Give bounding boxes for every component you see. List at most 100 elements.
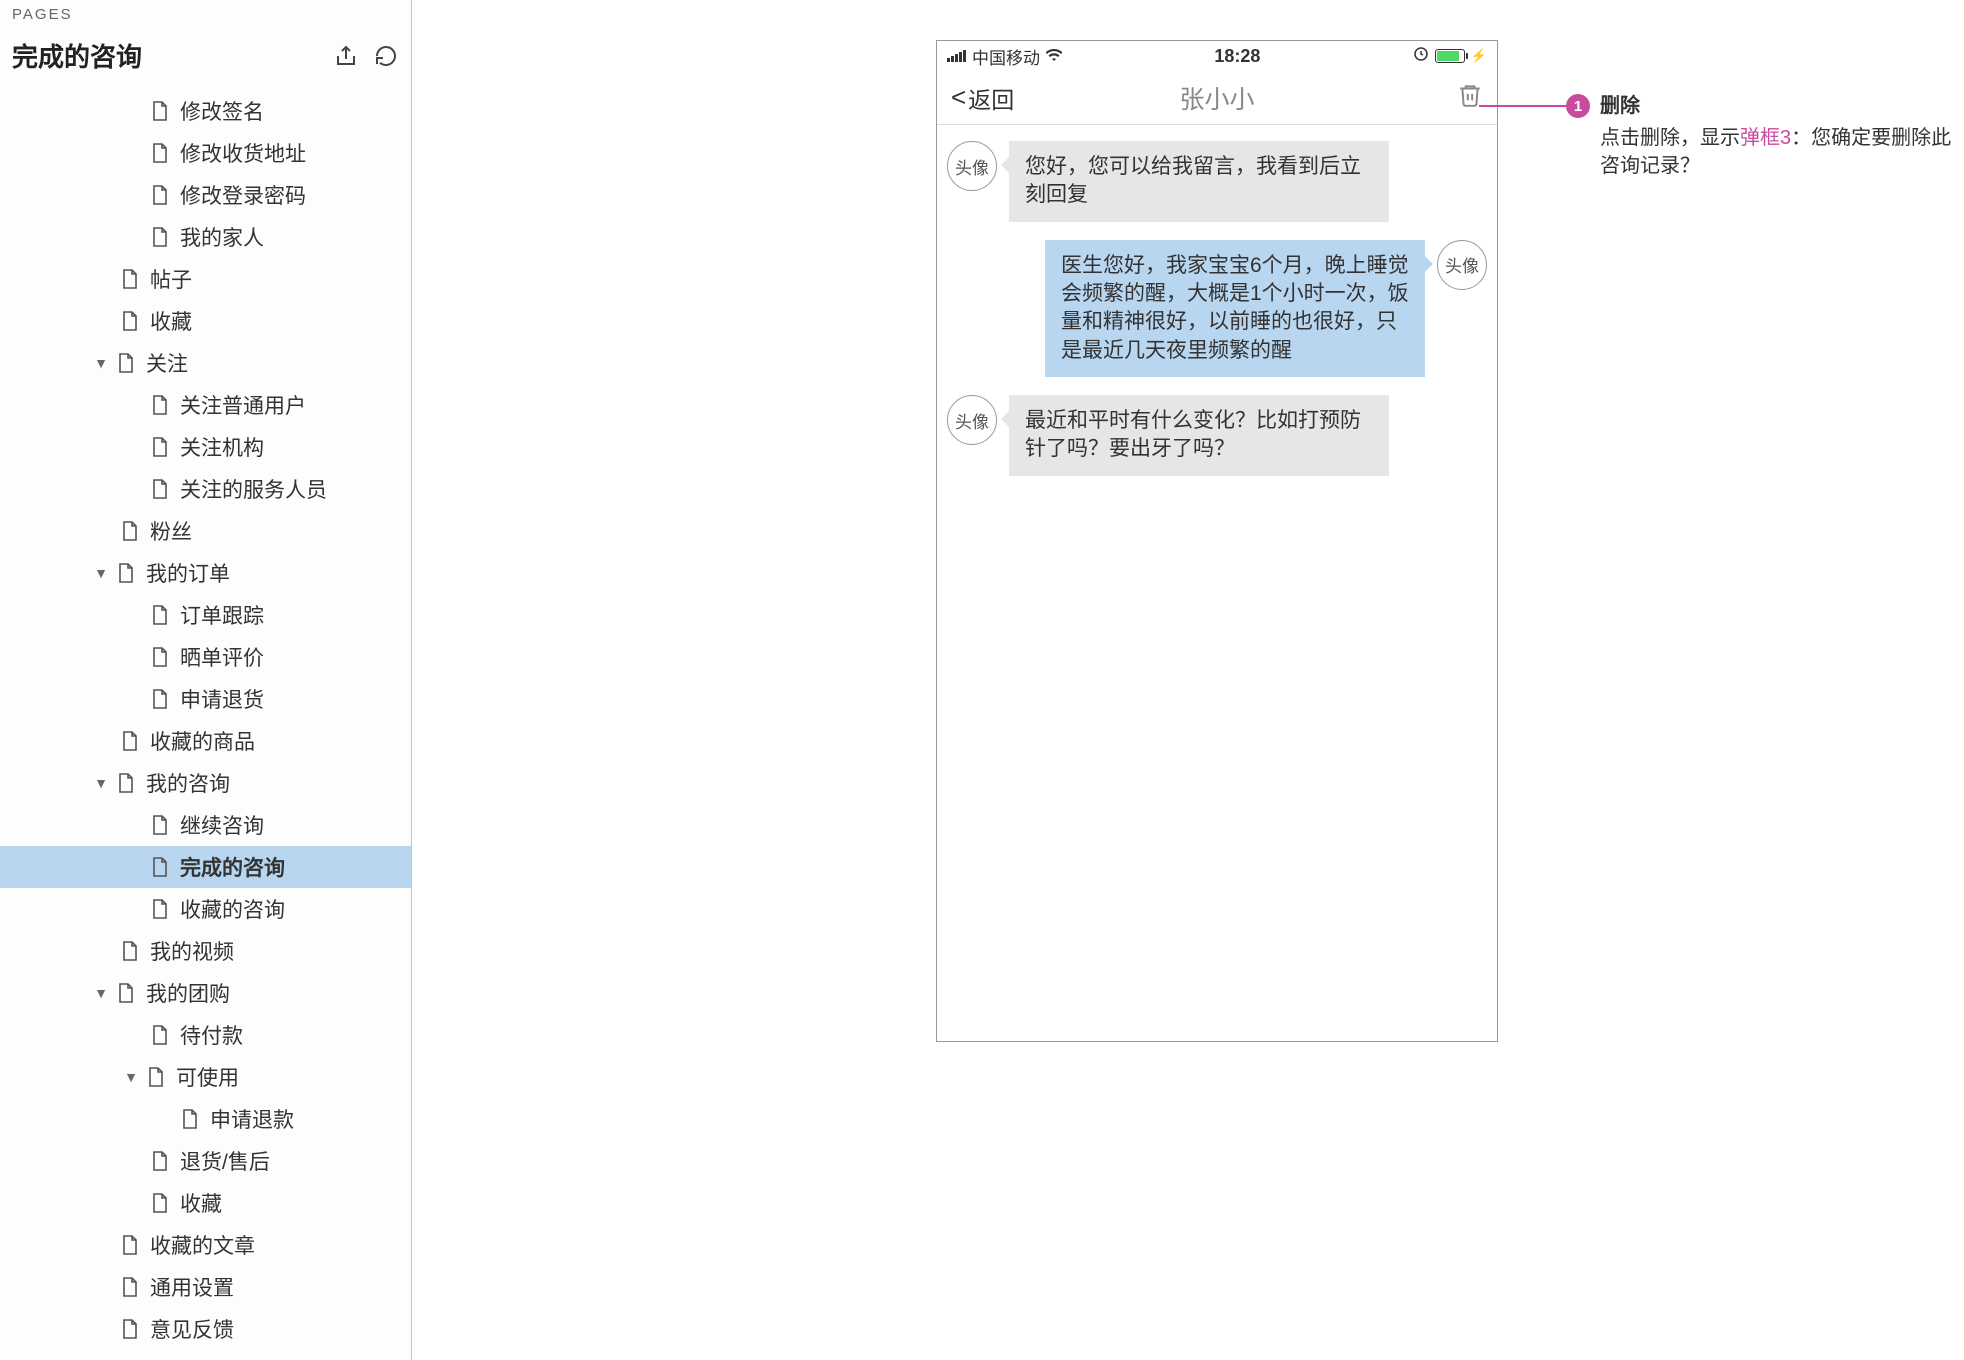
tree-item[interactable]: ▼关注 xyxy=(0,342,411,384)
tree-item[interactable]: 晒单评价 xyxy=(0,636,411,678)
page-icon xyxy=(180,1108,200,1130)
tree-item[interactable]: 意见反馈 xyxy=(0,1308,411,1350)
back-button[interactable]: < 返回 xyxy=(951,81,1014,115)
chevron-left-icon: < xyxy=(951,82,966,113)
chevron-down-icon[interactable]: ▼ xyxy=(92,564,110,582)
page-icon xyxy=(120,1276,140,1298)
tree-item-label: 完成的咨询 xyxy=(180,852,285,882)
header-actions xyxy=(333,43,399,69)
page-icon xyxy=(150,1192,170,1214)
tree-item-label: 收藏的文章 xyxy=(150,1230,255,1260)
status-time: 18:28 xyxy=(1214,46,1260,67)
phone-mockup: 中国移动 18:28 ⚡ < 返回 张小小 xyxy=(936,40,1498,1042)
tree-item-label: 粉丝 xyxy=(150,516,192,546)
message-bubble: 您好，您可以给我留言，我看到后立刻回复 xyxy=(1009,141,1389,222)
tree-item-label: 收藏 xyxy=(150,306,192,336)
tree-item[interactable]: 通用设置 xyxy=(0,1266,411,1308)
share-icon[interactable] xyxy=(333,43,359,69)
tree-item[interactable]: 申请退款 xyxy=(0,1098,411,1140)
tree-item[interactable]: ▼ 可使用 xyxy=(0,1056,411,1098)
tree-item[interactable]: 待付款 xyxy=(0,1014,411,1056)
sidebar-header: PAGES xyxy=(0,0,411,31)
rotation-lock-icon xyxy=(1413,46,1429,67)
tree-item[interactable]: 收藏的咨询 xyxy=(0,888,411,930)
tree-item-label: 收藏的咨询 xyxy=(180,894,285,924)
page-icon xyxy=(150,394,170,416)
page-icon xyxy=(150,898,170,920)
annotation-link[interactable]: 弹框3 xyxy=(1740,127,1791,149)
tree-item-label: 申请退货 xyxy=(180,684,264,714)
page-icon xyxy=(120,520,140,542)
tree-item[interactable]: 我的视频 xyxy=(0,930,411,972)
page-icon xyxy=(120,1318,140,1340)
pages-sidebar: PAGES 完成的咨询 修改签名修改收货地址修改登录密码我的家人帖子收藏 ▼关注关… xyxy=(0,0,412,1360)
tree-item-label: 我的咨询 xyxy=(146,768,230,798)
chat-area: 头像您好，您可以给我留言，我看到后立刻回复头像医生您好，我家宝宝6个月，晚上睡觉… xyxy=(937,125,1497,1041)
page-icon xyxy=(150,184,170,206)
tree-item[interactable]: 粉丝 xyxy=(0,510,411,552)
page-icon xyxy=(120,1234,140,1256)
page-title-row: 完成的咨询 xyxy=(0,31,411,84)
tree-item[interactable]: 关注普通用户 xyxy=(0,384,411,426)
tree-item-label: 可使用 xyxy=(176,1062,239,1092)
tree-item[interactable]: 帖子 xyxy=(0,258,411,300)
annotation-marker[interactable]: 1 xyxy=(1566,94,1590,118)
tree-item[interactable]: 退货/售后 xyxy=(0,1140,411,1182)
tree-item[interactable]: 我的家人 xyxy=(0,216,411,258)
page-icon xyxy=(120,310,140,332)
tree-item-label: 退货/售后 xyxy=(180,1146,270,1176)
signal-icon xyxy=(947,50,966,62)
tree-item[interactable]: ▼我的团购 xyxy=(0,972,411,1014)
tree-item[interactable]: 订单跟踪 xyxy=(0,594,411,636)
tree-item[interactable]: 收藏 xyxy=(0,300,411,342)
page-icon xyxy=(150,478,170,500)
chevron-down-icon[interactable]: ▼ xyxy=(92,354,110,372)
tree-item[interactable]: 修改签名 xyxy=(0,90,411,132)
tree-item-label: 继续咨询 xyxy=(180,810,264,840)
battery-icon xyxy=(1435,49,1465,63)
tree-item-label: 关注的服务人员 xyxy=(180,474,327,504)
tree-item-label: 我的视频 xyxy=(150,936,234,966)
tree-item[interactable]: 收藏 xyxy=(0,1182,411,1224)
page-icon xyxy=(116,772,136,794)
tree-item[interactable]: 修改收货地址 xyxy=(0,132,411,174)
avatar[interactable]: 头像 xyxy=(947,395,997,445)
pages-label: PAGES xyxy=(12,6,399,23)
delete-button[interactable] xyxy=(1457,81,1483,114)
chevron-down-icon[interactable]: ▼ xyxy=(122,1068,140,1086)
avatar[interactable]: 头像 xyxy=(1437,240,1487,290)
tree-item[interactable]: 完成的咨询 xyxy=(0,846,411,888)
tree-item[interactable]: 收藏的文章 xyxy=(0,1224,411,1266)
pages-tree[interactable]: 修改签名修改收货地址修改登录密码我的家人帖子收藏 ▼关注关注普通用户关注机构关注的… xyxy=(0,84,411,1360)
refresh-icon[interactable] xyxy=(373,43,399,69)
page-icon xyxy=(150,646,170,668)
tree-item-label: 收藏的商品 xyxy=(150,726,255,756)
tree-item[interactable]: 申请退货 xyxy=(0,678,411,720)
tree-item-label: 关注机构 xyxy=(180,432,264,462)
avatar[interactable]: 头像 xyxy=(947,141,997,191)
page-icon xyxy=(150,1150,170,1172)
chevron-down-icon[interactable]: ▼ xyxy=(92,984,110,1002)
annotation-connector xyxy=(1479,105,1567,107)
page-icon xyxy=(120,730,140,752)
charging-icon: ⚡ xyxy=(1471,48,1487,64)
tree-item[interactable]: 修改登录密码 xyxy=(0,174,411,216)
page-title: 完成的咨询 xyxy=(12,37,142,74)
tree-item-label: 我的订单 xyxy=(146,558,230,588)
tree-item-label: 通用设置 xyxy=(150,1272,234,1302)
tree-item[interactable]: ▼ 我的咨询 xyxy=(0,762,411,804)
tree-item[interactable]: 收藏的商品 xyxy=(0,720,411,762)
page-icon xyxy=(150,856,170,878)
chevron-down-icon[interactable]: ▼ xyxy=(92,774,110,792)
page-icon xyxy=(150,226,170,248)
tree-item-label: 关注普通用户 xyxy=(180,390,306,420)
page-icon xyxy=(150,688,170,710)
tree-item[interactable]: 关注机构 xyxy=(0,426,411,468)
message-bubble: 医生您好，我家宝宝6个月，晚上睡觉会频繁的醒，大概是1个小时一次，饭量和精神很好… xyxy=(1045,240,1425,377)
tree-item[interactable]: ▼ 我的订单 xyxy=(0,552,411,594)
tree-item[interactable]: 继续咨询 xyxy=(0,804,411,846)
tree-item-label: 意见反馈 xyxy=(150,1314,234,1344)
message-row: 头像您好，您可以给我留言，我看到后立刻回复 xyxy=(947,141,1487,222)
tree-item[interactable]: 关注的服务人员 xyxy=(0,468,411,510)
page-icon xyxy=(116,562,136,584)
